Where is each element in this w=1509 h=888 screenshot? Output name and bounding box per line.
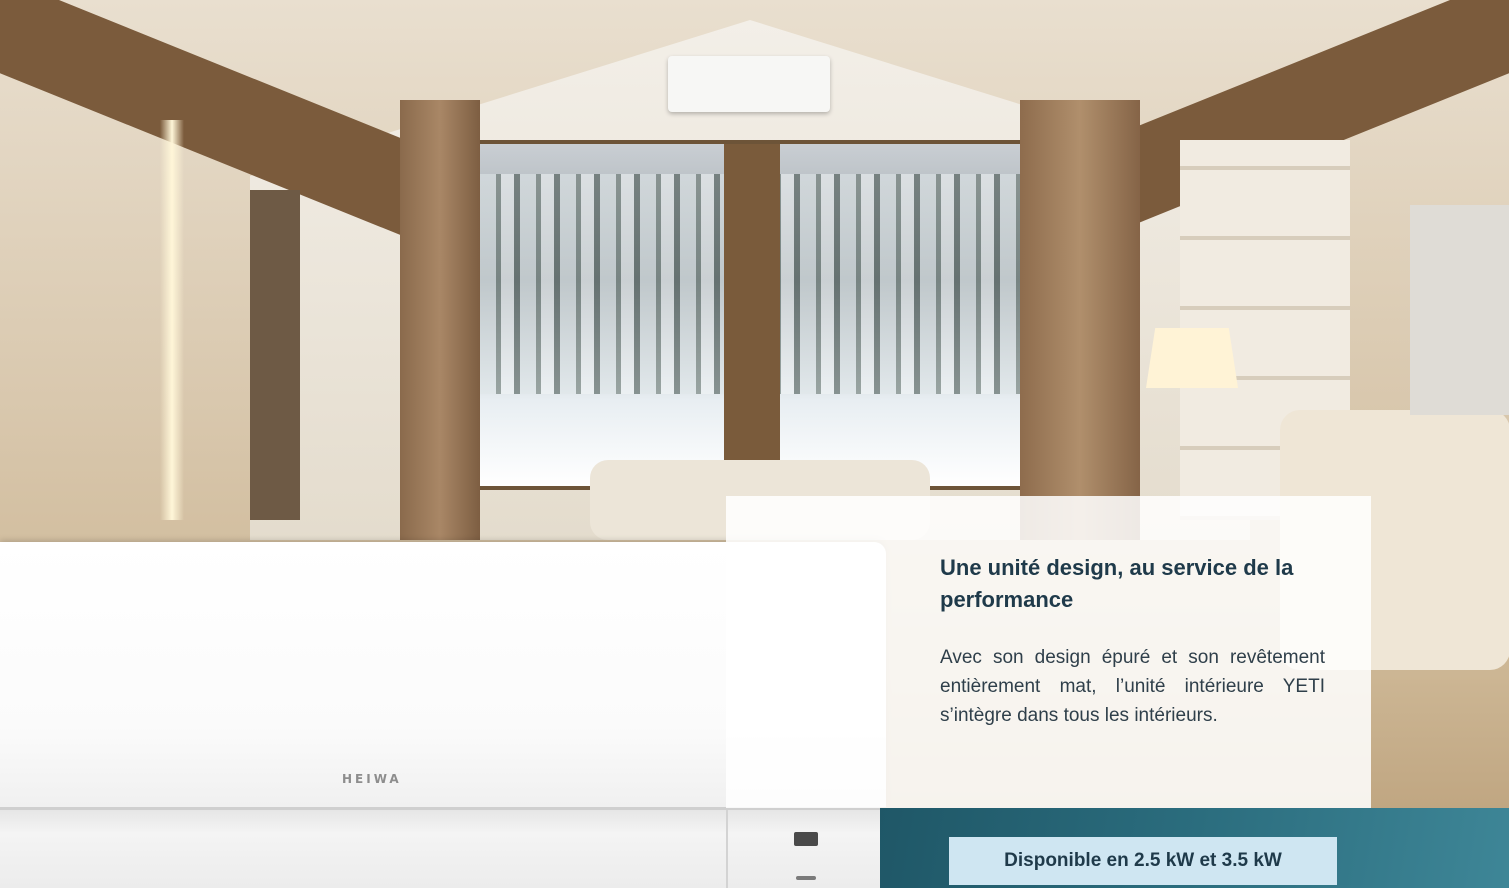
availability-badge: Disponible en 2.5 kW et 3.5 kW <box>949 837 1337 885</box>
wall-mounted-ac-unit <box>668 56 830 112</box>
ac-led-icon <box>796 876 816 880</box>
snowy-forest-window <box>470 140 1030 490</box>
curtain-right <box>1020 100 1140 540</box>
wall-art <box>1410 205 1509 415</box>
feature-description: Avec son design épuré et son revêtement … <box>940 647 1325 726</box>
ac-display-icon <box>794 832 818 846</box>
ac-brand-logo: HEIWA <box>342 772 402 786</box>
window-mullion <box>724 144 780 486</box>
wood-shelves-left <box>250 190 300 520</box>
floor-lamp <box>1146 328 1238 388</box>
led-light-strip <box>160 120 184 520</box>
curtain-left <box>400 100 480 540</box>
feature-title: Une unité design, au service de la perfo… <box>940 555 1294 612</box>
